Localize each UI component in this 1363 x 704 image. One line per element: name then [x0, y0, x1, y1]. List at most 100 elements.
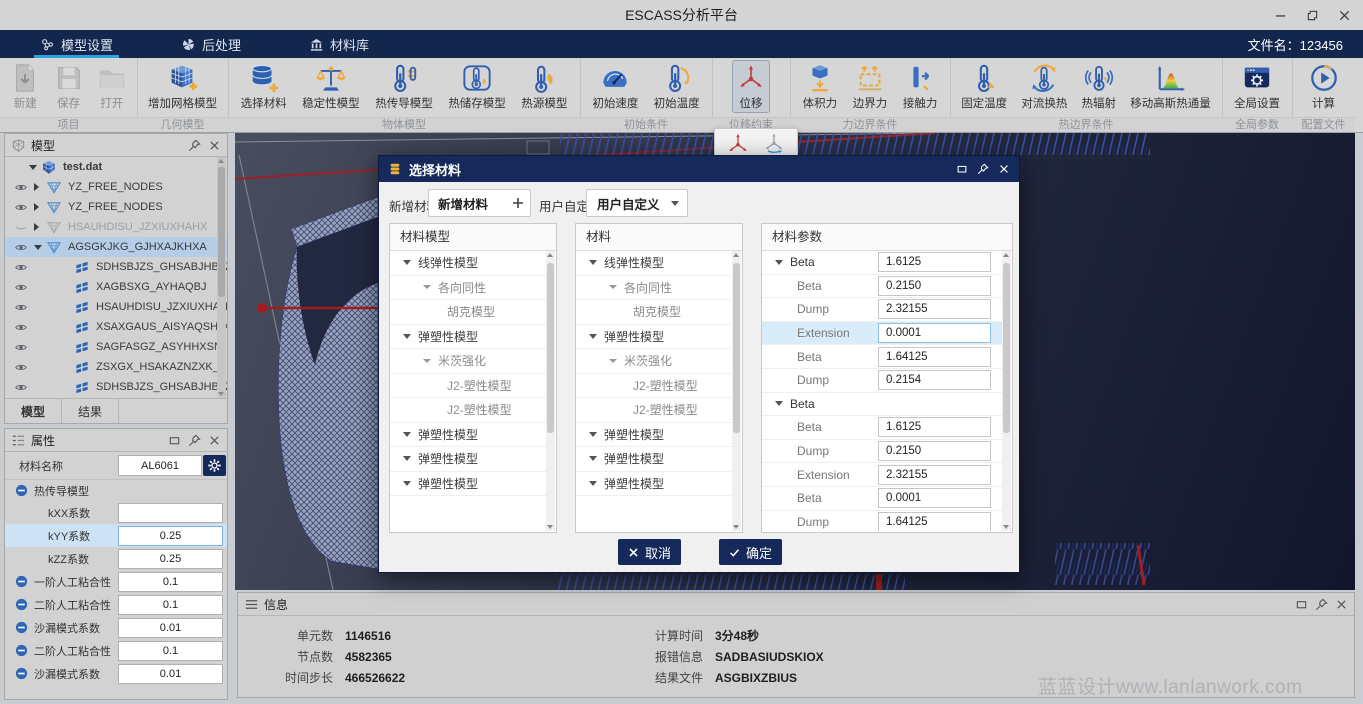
expand-arrow[interactable] — [29, 165, 41, 170]
property-value-input[interactable] — [118, 618, 223, 638]
collapse-minus-icon[interactable] — [15, 644, 28, 657]
visibility-eye-icon[interactable] — [13, 221, 29, 234]
property-row[interactable]: 热传导模型 — [5, 480, 227, 501]
property-row[interactable]: 沙漏模式系数 — [5, 616, 227, 639]
scroll-thumb[interactable] — [547, 263, 554, 433]
material-param-input[interactable] — [878, 299, 991, 319]
material-param-row[interactable]: Beta — [762, 275, 1002, 299]
collapse-minus-icon[interactable] — [15, 484, 28, 497]
minimize-button[interactable] — [1269, 5, 1291, 25]
menu-tab[interactable]: 材料库 — [299, 30, 379, 58]
material-param-input[interactable] — [878, 488, 991, 508]
toolbar-button[interactable]: 初始温度 — [651, 61, 703, 112]
material-model-item[interactable]: 胡克模型 — [390, 300, 546, 325]
toolbar-button[interactable]: 接触力 — [900, 61, 941, 112]
property-value-input[interactable] — [118, 503, 223, 523]
property-row[interactable]: kXX系数 — [5, 501, 227, 524]
dialog-titlebar[interactable]: 选择材料 — [379, 156, 1019, 182]
property-row[interactable]: kZZ系数 — [5, 547, 227, 570]
tree-item[interactable]: SAGFASGZ_ASYHHXSN — [5, 337, 227, 357]
visibility-eye-icon[interactable] — [13, 321, 29, 334]
material-param-row[interactable]: Beta — [762, 416, 1002, 440]
property-value-input[interactable] — [118, 641, 223, 661]
collapse-minus-icon[interactable] — [15, 621, 28, 634]
collapse-minus-icon[interactable] — [15, 575, 28, 588]
scroll-down-icon[interactable] — [218, 390, 225, 398]
ok-button[interactable]: 确定 — [719, 539, 782, 565]
toolbar-button[interactable]: 移动高斯热通量 — [1127, 61, 1214, 112]
scroll-thumb[interactable] — [733, 263, 740, 433]
tree-root-item[interactable]: test.dat — [5, 157, 227, 177]
toolbar-button[interactable]: 边界力 — [850, 61, 891, 112]
toolbar-button[interactable]: 打开 — [94, 61, 130, 112]
expand-arrow[interactable] — [34, 223, 46, 231]
toolbar-button[interactable]: 初始速度 — [589, 61, 641, 112]
restore-button[interactable] — [1301, 5, 1323, 25]
material-param-row[interactable]: Extension — [762, 322, 1002, 346]
toolbar-button[interactable]: 热传导模型 — [372, 61, 436, 112]
panel-tab[interactable]: 结果 — [62, 399, 119, 423]
material-model-item[interactable]: J2-塑性模型 — [576, 374, 732, 399]
material-param-input[interactable] — [878, 417, 991, 437]
toolbar-button[interactable]: 增加网格模型 — [145, 61, 220, 112]
expand-arrow[interactable] — [34, 183, 46, 191]
visibility-eye-icon[interactable] — [13, 341, 29, 354]
toolbar-button[interactable]: 位移 — [733, 61, 769, 112]
tree-item[interactable]: AGSGKJKG_GJHXAJKHXA — [5, 237, 227, 257]
collapse-minus-icon[interactable] — [15, 598, 28, 611]
pin-icon[interactable] — [977, 163, 989, 175]
property-value-input[interactable] — [118, 572, 223, 592]
material-model-item[interactable]: 各向同性 — [576, 276, 732, 301]
restore-icon[interactable] — [1295, 598, 1308, 611]
column-scrollbar[interactable] — [1002, 251, 1011, 531]
rotation-option-icon[interactable] — [762, 132, 786, 156]
scroll-up-icon[interactable] — [1003, 251, 1010, 259]
pin-icon[interactable] — [188, 434, 201, 447]
material-param-input[interactable] — [878, 370, 991, 390]
close-icon[interactable] — [1335, 598, 1348, 611]
material-param-row[interactable]: Dump — [762, 298, 1002, 322]
menu-tab[interactable]: 模型设置 — [30, 30, 123, 58]
toolbar-button[interactable]: 保存 — [51, 61, 87, 112]
property-row[interactable]: kYY系数 — [5, 524, 227, 547]
user-defined-select[interactable]: 用户自定义 — [586, 189, 688, 217]
restore-icon[interactable] — [168, 434, 181, 447]
tree-item[interactable]: XSAXGAUS_AISYAQSH_ASHX — [5, 317, 227, 337]
material-model-item[interactable]: 弹塑性模型 — [576, 423, 732, 448]
material-param-row[interactable]: Beta — [762, 487, 1002, 511]
material-model-item[interactable]: 弹塑性模型 — [576, 447, 732, 472]
tree-item[interactable]: YZ_FREE_NODES — [5, 177, 227, 197]
toolbar-button[interactable]: 热源模型 — [518, 61, 570, 112]
material-param-input[interactable] — [878, 512, 991, 531]
material-param-row[interactable]: Beta — [762, 251, 1002, 275]
material-model-item[interactable]: 弹塑性模型 — [576, 325, 732, 350]
material-model-item[interactable]: J2-塑性模型 — [576, 398, 732, 423]
material-param-input[interactable] — [878, 276, 991, 296]
tree-item[interactable]: HSAUHDISU_JZXIUXHAHX — [5, 217, 227, 237]
cancel-button[interactable]: 取消 — [618, 539, 681, 565]
close-icon[interactable] — [208, 139, 221, 152]
toolbar-button[interactable]: 对流换热 — [1018, 61, 1070, 112]
toolbar-button[interactable]: 计算 — [1306, 61, 1342, 112]
expand-arrow[interactable] — [34, 245, 46, 250]
property-row[interactable]: 二阶人工粘合性 — [5, 593, 227, 616]
scroll-up-icon[interactable] — [218, 157, 225, 165]
expand-arrow[interactable] — [34, 203, 46, 211]
close-icon[interactable] — [998, 163, 1010, 175]
add-material-button[interactable] — [511, 196, 525, 210]
material-model-item[interactable]: 米茨强化 — [576, 349, 732, 374]
material-param-input[interactable] — [878, 347, 991, 367]
column-scrollbar[interactable] — [546, 251, 555, 531]
restore-icon[interactable] — [956, 163, 968, 175]
material-param-input[interactable] — [878, 323, 991, 343]
toolbar-button[interactable]: 稳定性模型 — [299, 61, 363, 112]
property-value-input[interactable] — [118, 595, 223, 615]
scroll-up-icon[interactable] — [733, 251, 740, 259]
tree-item[interactable]: HSAUHDISU_JZXIUXHAHX — [5, 297, 227, 317]
property-value-input[interactable] — [118, 664, 223, 684]
property-value-input[interactable] — [118, 549, 223, 569]
toolbar-button[interactable]: 全局设置 — [1231, 61, 1283, 112]
tree-item[interactable]: ZSXGX_HSAKAZNZXK_AHASX — [5, 357, 227, 377]
pin-icon[interactable] — [188, 139, 201, 152]
toolbar-button[interactable]: 热辐射 — [1079, 61, 1120, 112]
